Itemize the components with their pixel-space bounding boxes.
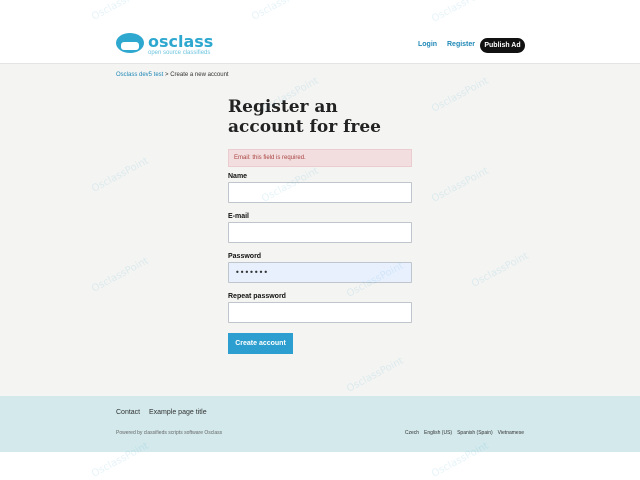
site-footer: [0, 396, 640, 452]
error-alert: Email: this field is required.: [228, 149, 412, 167]
osclass-logo-icon[interactable]: [116, 33, 146, 55]
breadcrumb: Osclass dev5 test > Create a new account: [116, 72, 229, 78]
language-link-english[interactable]: English (US): [424, 430, 452, 436]
powered-by-text: Powered by classifieds scripts software …: [116, 430, 223, 436]
logo-text[interactable]: osclass: [148, 34, 213, 50]
watermark: OsclassPoint: [430, 75, 491, 115]
breadcrumb-current: Create a new account: [170, 72, 229, 78]
breadcrumb-home-link[interactable]: Osclass dev5 test: [116, 72, 163, 78]
watermark: OsclassPoint: [90, 255, 151, 295]
email-label: E-mail: [228, 213, 250, 220]
watermark: OsclassPoint: [470, 250, 531, 290]
watermark: OsclassPoint: [430, 165, 491, 205]
breadcrumb-separator: >: [165, 72, 169, 78]
footer-link-example-page[interactable]: Example page title: [149, 409, 207, 416]
language-link-spanish[interactable]: Spanish (Spain): [457, 430, 493, 436]
login-link[interactable]: Login: [418, 41, 437, 48]
repeat-password-input[interactable]: [228, 302, 412, 323]
name-input[interactable]: [228, 182, 412, 203]
register-link[interactable]: Register: [447, 41, 475, 48]
language-links: Czech English (US) Spanish (Spain) Vietn…: [405, 430, 524, 436]
footer-link-contact[interactable]: Contact: [116, 409, 140, 416]
publish-ad-button[interactable]: Publish Ad: [480, 38, 525, 53]
password-label: Password: [228, 253, 262, 260]
watermark: OsclassPoint: [345, 355, 406, 395]
watermark: OsclassPoint: [90, 155, 151, 195]
page-title: Register an account for free: [228, 97, 381, 137]
create-account-button[interactable]: Create account: [228, 333, 293, 354]
logo-tagline: open source classifieds: [148, 50, 211, 56]
name-label: Name: [228, 173, 248, 180]
repeat-password-label: Repeat password: [228, 293, 286, 300]
email-input[interactable]: [228, 222, 412, 243]
language-link-czech[interactable]: Czech: [405, 430, 419, 436]
language-link-vietnamese[interactable]: Vietnamese: [498, 430, 524, 436]
